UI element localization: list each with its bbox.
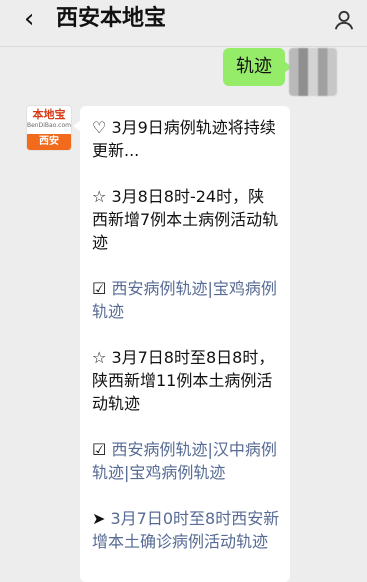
star-icon: ☆ xyxy=(92,187,107,206)
user-avatar[interactable] xyxy=(289,48,337,96)
star-icon: ☆ xyxy=(92,348,107,367)
message-line-6: ➤ 3月7日0时至8时西安新增本土确诊病例活动轨迹 xyxy=(92,507,280,553)
chat-title: 西安本地宝 xyxy=(56,6,167,31)
link-xian-new-case-track[interactable]: 3月7日0时至8时西安新增本土确诊病例活动轨迹 xyxy=(92,509,279,551)
outgoing-message-text: 轨迹 xyxy=(236,56,272,77)
message-line-1: ♡ 3月9日病例轨迹将持续更新... xyxy=(92,116,280,162)
message-line-2-text: 3月8日8时-24时，陕西新增7例本土病例活动轨迹 xyxy=(92,187,279,252)
bendibao-city-label: 西安 xyxy=(27,134,71,150)
outgoing-message-bubble: 轨迹 xyxy=(223,48,292,86)
heart-icon: ♡ xyxy=(92,118,107,137)
checkbox-icon: ☑ xyxy=(92,440,107,459)
arrow-icon: ➤ xyxy=(92,509,106,528)
link-xian-case-track[interactable]: 西安病例轨迹 xyxy=(111,279,207,298)
person-icon[interactable] xyxy=(333,10,355,32)
message-line-5: ☑ 西安病例轨迹|汉中病例轨迹|宝鸡病例轨迹 xyxy=(92,438,280,484)
message-line-1-text: 3月9日病例轨迹将持续更新... xyxy=(92,118,276,160)
link-xian-case-track[interactable]: 西安病例轨迹 xyxy=(111,440,207,459)
bendibao-avatar[interactable]: 本地宝 BenDiBao.com 西安 xyxy=(26,105,72,151)
message-line-4-text: 3月7日8时至8日8时，陕西新增11例本土病例活动轨迹 xyxy=(92,348,275,413)
bendibao-logo-subtext: BenDiBao.com xyxy=(27,122,71,129)
back-chevron-icon[interactable]: ‹ xyxy=(24,4,34,34)
message-line-2: ☆ 3月8日8时-24时，陕西新增7例本土病例活动轨迹 xyxy=(92,185,280,254)
checkbox-icon: ☑ xyxy=(92,279,107,298)
incoming-message-bubble: ♡ 3月9日病例轨迹将持续更新... ☆ 3月8日8时-24时，陕西新增7例本土… xyxy=(73,106,290,582)
message-line-4: ☆ 3月7日8时至8日8时，陕西新增11例本土病例活动轨迹 xyxy=(92,346,280,415)
message-line-3: ☑ 西安病例轨迹|宝鸡病例轨迹 xyxy=(92,277,280,323)
top-bar: ‹ 西安本地宝 xyxy=(0,0,367,47)
incoming-message-text-block: ♡ 3月9日病例轨迹将持续更新... ☆ 3月8日8时-24时，陕西新增7例本土… xyxy=(92,116,280,576)
link-baoji-case-track[interactable]: 宝鸡病例轨迹 xyxy=(129,463,225,482)
